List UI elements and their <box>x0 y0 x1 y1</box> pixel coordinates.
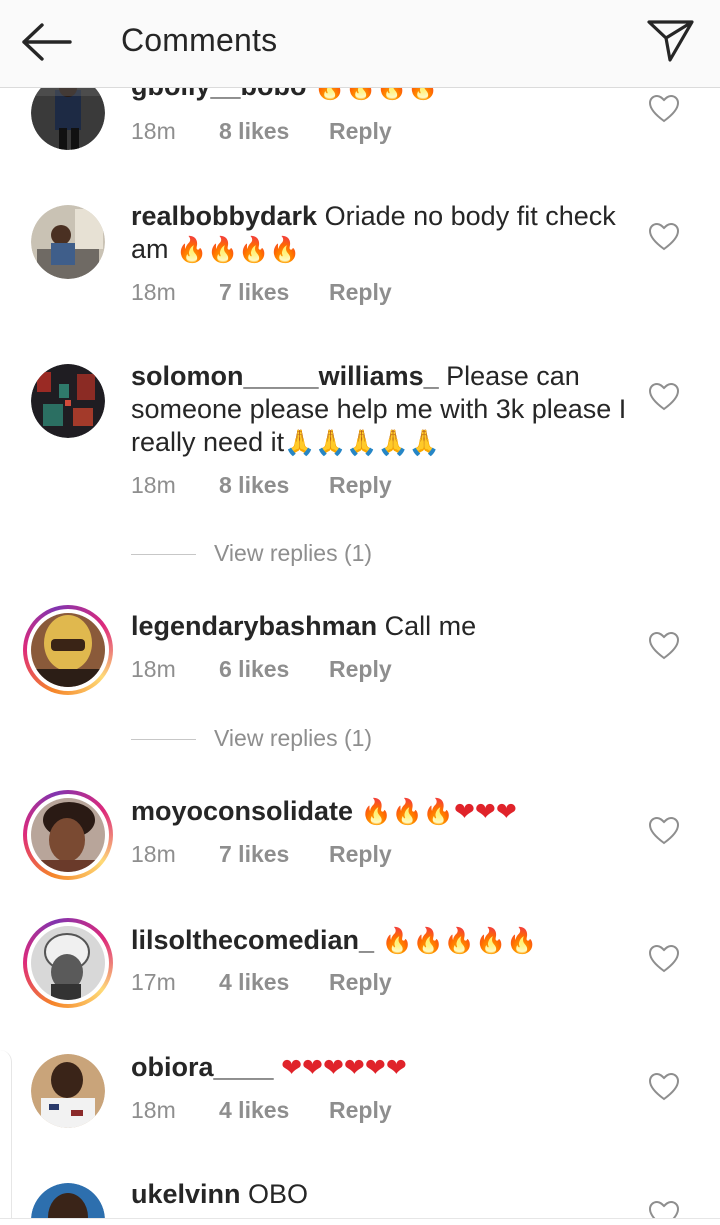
heart-icon[interactable] <box>648 222 680 251</box>
comment-text: ukelvinn OBO <box>131 1178 631 1211</box>
comment-meta: 18m 8 likes Reply <box>131 118 392 145</box>
heart-icon[interactable] <box>648 94 680 123</box>
back-arrow-icon[interactable] <box>18 20 78 64</box>
comment-meta: 17m 4 likes Reply <box>131 969 392 996</box>
comment-meta: 18m 7 likes Reply <box>131 279 392 306</box>
comment-time: 18m <box>131 656 176 682</box>
comment-likes[interactable]: 4 likes <box>219 969 329 996</box>
comment-time: 18m <box>131 472 176 498</box>
heart-icon[interactable] <box>648 1072 680 1101</box>
top-app-bar: Comments <box>0 0 720 88</box>
comment-message: Call me <box>384 611 477 641</box>
comment-username[interactable]: legendarybashman <box>131 611 377 641</box>
comment-time: 18m <box>131 841 176 867</box>
comment-likes[interactable]: 8 likes <box>219 118 329 145</box>
reply-button[interactable]: Reply <box>329 656 392 683</box>
comment-time: 18m <box>131 279 176 305</box>
comment-meta: 18m 4 likes Reply <box>131 1097 392 1124</box>
emoji-heart-icon: ❤❤❤❤❤❤ <box>281 1053 407 1082</box>
comment-text: legendarybashman Call me <box>131 610 631 643</box>
comment-list[interactable]: gbolly__bobo 🔥🔥🔥🔥 18m8 likesReply realbo… <box>0 0 720 1225</box>
heart-icon[interactable] <box>648 816 680 845</box>
comment-text: realbobbydark Oriade no body fit check a… <box>131 200 631 266</box>
send-icon[interactable] <box>646 18 696 64</box>
avatar[interactable] <box>31 205 105 279</box>
heart-icon[interactable] <box>648 382 680 411</box>
comment-text: solomon_____williams_ Please can someone… <box>131 360 631 459</box>
comment-meta: 18m 7 likes Reply <box>131 841 392 868</box>
avatar[interactable] <box>31 364 105 438</box>
comment-text: lilsolthecomedian_ 🔥🔥🔥🔥🔥 <box>131 924 631 957</box>
comment-text: moyoconsolidate 🔥🔥🔥❤❤❤ <box>131 795 631 828</box>
comment-username[interactable]: ukelvinn <box>131 1179 241 1209</box>
bottom-divider <box>0 1218 720 1225</box>
comment-meta: 18m 6 likes Reply <box>131 656 392 683</box>
heart-icon[interactable] <box>648 944 680 973</box>
comment-likes[interactable]: 6 likes <box>219 656 329 683</box>
comment-likes[interactable]: 7 likes <box>219 841 329 868</box>
reply-button[interactable]: Reply <box>329 1097 392 1124</box>
reply-button[interactable]: Reply <box>329 279 392 306</box>
emoji-fire-icon: 🔥🔥🔥🔥 <box>176 235 301 264</box>
comment-username[interactable]: realbobbydark <box>131 201 317 231</box>
comment-likes[interactable]: 7 likes <box>219 279 329 306</box>
avatar[interactable] <box>31 1054 105 1128</box>
view-replies-label: View replies (1) <box>214 725 373 751</box>
avatar-story-ring[interactable] <box>23 605 113 695</box>
comment-username[interactable]: moyoconsolidate <box>131 796 353 826</box>
emoji-pray-icon: 🙏🙏🙏🙏🙏 <box>284 428 440 457</box>
reply-button[interactable]: Reply <box>329 969 392 996</box>
comment-username[interactable]: lilsolthecomedian_ <box>131 925 374 955</box>
reply-button[interactable]: Reply <box>329 472 392 499</box>
comments-screen: gbolly__bobo 🔥🔥🔥🔥 18m8 likesReply realbo… <box>0 0 720 1225</box>
comment-time: 18m <box>131 1097 176 1123</box>
emoji-fire-heart-icon: 🔥🔥🔥❤❤❤ <box>360 797 517 826</box>
divider <box>131 739 196 740</box>
comment-likes[interactable]: 8 likes <box>219 472 329 499</box>
comment-text: obiora____ ❤❤❤❤❤❤ <box>131 1051 631 1084</box>
view-replies-label: View replies (1) <box>214 540 373 566</box>
emoji-fire-icon: 🔥🔥🔥🔥🔥 <box>381 926 538 955</box>
comment-message: OBO <box>248 1179 309 1209</box>
avatar-story-ring[interactable] <box>23 918 113 1008</box>
comment-time: 18m <box>131 118 176 144</box>
reply-button[interactable]: Reply <box>329 841 392 868</box>
avatar-story-ring[interactable] <box>23 790 113 880</box>
divider <box>131 554 196 555</box>
heart-icon[interactable] <box>648 631 680 660</box>
comment-username[interactable]: solomon_____williams_ <box>131 361 439 391</box>
drawer-edge <box>0 1050 12 1225</box>
reply-button[interactable]: Reply <box>329 118 392 145</box>
comment-username[interactable]: obiora____ <box>131 1052 274 1082</box>
page-title: Comments <box>121 22 278 58</box>
comment-time: 17m <box>131 969 176 995</box>
comment-meta: 18m 8 likes Reply <box>131 472 392 499</box>
comment-likes[interactable]: 4 likes <box>219 1097 329 1124</box>
